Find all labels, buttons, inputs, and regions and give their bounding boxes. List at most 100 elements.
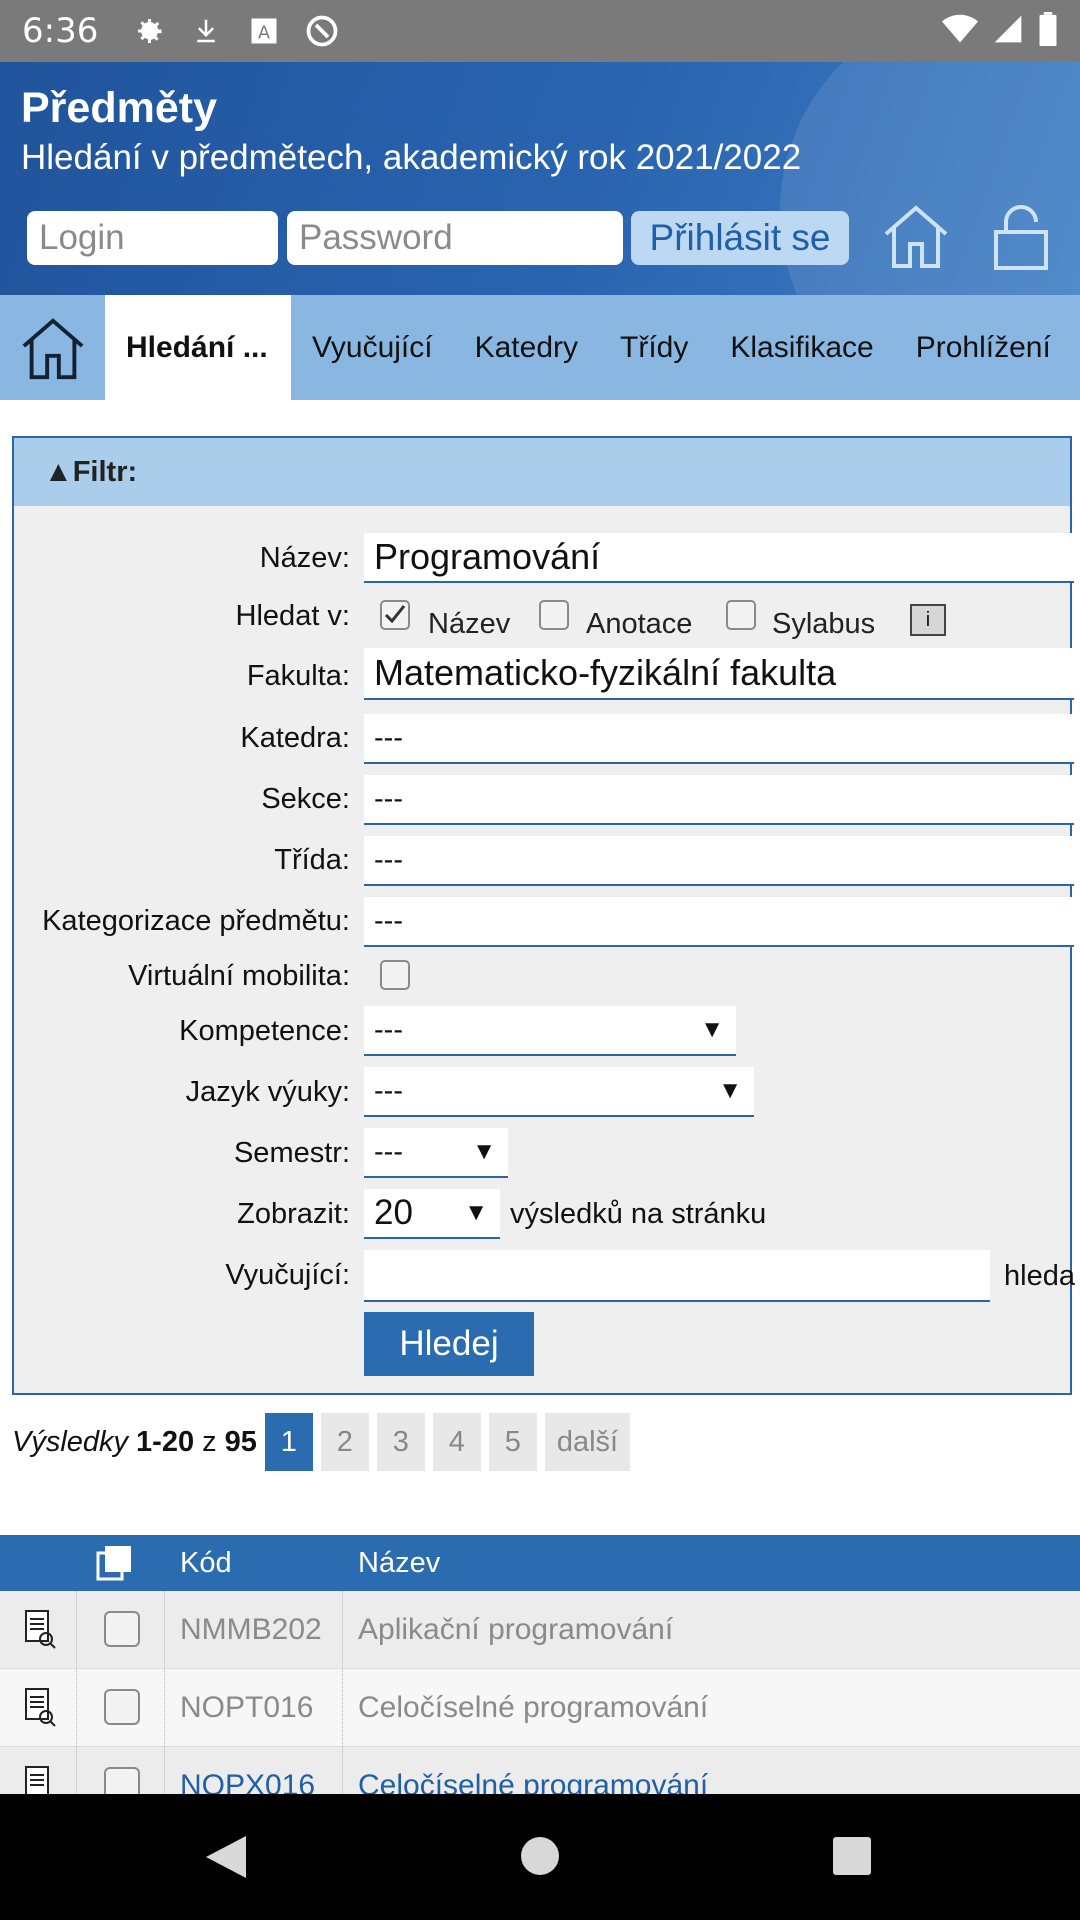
katedra-select[interactable]: --- [364,714,1074,764]
filter-panel: ▲Filtr: Název: Programování Hledat v: Ná… [12,436,1075,1395]
zobrazit-suffix: výsledků na stránku [510,1198,767,1230]
column-header-name[interactable]: Název [358,1535,440,1591]
results-total: 95 [224,1425,257,1458]
fakulta-select[interactable]: Matematicko-fyzikální fakulta [364,648,1074,700]
checkbox-anotace[interactable] [539,600,569,630]
sekce-label: Sekce: [261,783,350,815]
no-sync-icon [302,11,342,51]
row-name: Celočíselné programování [358,1691,709,1724]
checkbox-nazev-label: Název [428,608,511,640]
row-checkbox[interactable] [104,1689,140,1725]
row-code: NMMB202 [180,1613,322,1646]
kompetence-select[interactable]: --- ▼ [364,1006,736,1056]
page-subtitle: Hledání v předmětech, akademický rok 202… [21,138,802,177]
zobrazit-select[interactable]: 20 ▼ [364,1189,500,1239]
semestr-select[interactable]: --- ▼ [364,1128,508,1178]
vyucujici-suffix: hleda [1004,1260,1075,1292]
page-2-button[interactable]: 2 [320,1413,369,1471]
home-button-icon[interactable] [520,1836,560,1881]
table-body: NMMB202 Aplikační programování NOPT016 C… [0,1591,1080,1825]
checkbox-sylabus[interactable] [726,600,756,630]
login-input[interactable] [27,211,278,265]
tab-classification[interactable]: Klasifikace [709,295,894,400]
row-code: NOPT016 [180,1691,314,1724]
password-input[interactable] [287,211,623,265]
dropdown-arrow-icon: ▼ [718,1077,742,1104]
kompetence-value: --- [374,1013,403,1046]
trida-select[interactable]: --- [364,836,1074,886]
kategorizace-label: Kategorizace předmětu: [42,905,350,937]
select-all-icon[interactable] [96,1545,132,1581]
filter-toggle[interactable]: ▲Filtr: [14,438,1070,506]
fakulta-label: Fakulta: [246,660,350,692]
vyucujici-label: Vyučující: [225,1259,350,1291]
sekce-select[interactable]: --- [364,775,1074,825]
svg-text:A: A [258,24,270,44]
tab-browse[interactable]: Prohlížení [895,295,1072,400]
results-pagination: Výsledky 1-20 z 95 1 2 3 4 5 další [12,1413,631,1471]
recents-icon[interactable] [832,1836,872,1881]
table-row[interactable]: NMMB202 Aplikační programování [0,1591,1080,1669]
semestr-value: --- [374,1135,403,1168]
results-range: 1-20 [136,1425,195,1458]
tab-classes[interactable]: Třídy [599,295,709,400]
jazyk-value: --- [374,1074,403,1107]
checkbox-nazev[interactable] [380,600,410,630]
wifi-icon [942,14,978,49]
page-1-button[interactable]: 1 [264,1413,313,1471]
page-5-button[interactable]: 5 [488,1413,537,1471]
table-row[interactable]: NOPT016 Celočíselné programování [0,1669,1080,1747]
tab-search[interactable]: Hledání ... [105,295,291,400]
results-prefix: Výsledky [12,1425,129,1458]
trida-label: Třída: [274,844,350,876]
kategorizace-select[interactable]: --- [364,897,1074,947]
katedra-label: Katedra: [240,722,350,754]
signal-icon [992,13,1024,50]
tab-teachers[interactable]: Vyučující [291,295,454,400]
virtualni-checkbox[interactable] [380,960,410,990]
page-4-button[interactable]: 4 [432,1413,481,1471]
status-bar: 6:36 A [0,0,1080,62]
results-of: z [202,1425,217,1458]
next-page-button[interactable]: další [544,1413,631,1471]
virtualni-label: Virtuální mobilita: [128,960,350,992]
results-table: Kód Název NMMB202 Aplikační programování… [0,1535,1080,1825]
status-time: 6:36 [22,11,99,51]
info-icon[interactable]: i [910,604,946,636]
font-icon: A [244,11,284,51]
home-icon[interactable] [880,200,952,272]
jazyk-select[interactable]: --- ▼ [364,1067,754,1117]
nav-home-icon[interactable] [0,295,105,400]
tab-departments[interactable]: Katedry [454,295,599,400]
page-3-button[interactable]: 3 [376,1413,425,1471]
kompetence-label: Kompetence: [179,1015,350,1047]
zobrazit-value: 20 [374,1193,413,1232]
jazyk-label: Jazyk výuky: [185,1076,350,1108]
search-button[interactable]: Hledej [364,1312,534,1376]
row-name: Aplikační programování [358,1613,674,1646]
row-checkbox[interactable] [104,1611,140,1647]
app-header: Předměty Hledání v předmětech, akademick… [0,62,1080,295]
zobrazit-label: Zobrazit: [237,1198,350,1230]
document-search-icon[interactable] [24,1687,56,1729]
back-icon[interactable] [204,1834,248,1885]
checkbox-anotace-label: Anotace [586,608,693,640]
nazev-label: Název: [259,542,350,574]
nazev-input[interactable]: Programování [364,533,1074,583]
battery-icon [1038,11,1058,51]
dropdown-arrow-icon: ▼ [700,1016,724,1043]
system-nav-bar [0,1794,1080,1920]
hledat-label: Hledat v: [235,600,350,632]
checkbox-sylabus-label: Sylabus [772,608,876,640]
table-header: Kód Název [0,1535,1080,1591]
signin-button[interactable]: Přihlásit se [631,211,849,265]
page-title: Předměty [21,84,217,132]
download-icon [186,11,226,51]
dropdown-arrow-icon: ▼ [464,1199,488,1226]
vyucujici-input[interactable] [364,1250,990,1302]
main-nav: Hledání ... Vyučující Katedry Třídy Klas… [0,295,1080,400]
dropdown-arrow-icon: ▼ [472,1138,496,1165]
column-header-code[interactable]: Kód [180,1535,232,1591]
lock-icon[interactable] [990,202,1052,272]
document-search-icon[interactable] [24,1609,56,1651]
